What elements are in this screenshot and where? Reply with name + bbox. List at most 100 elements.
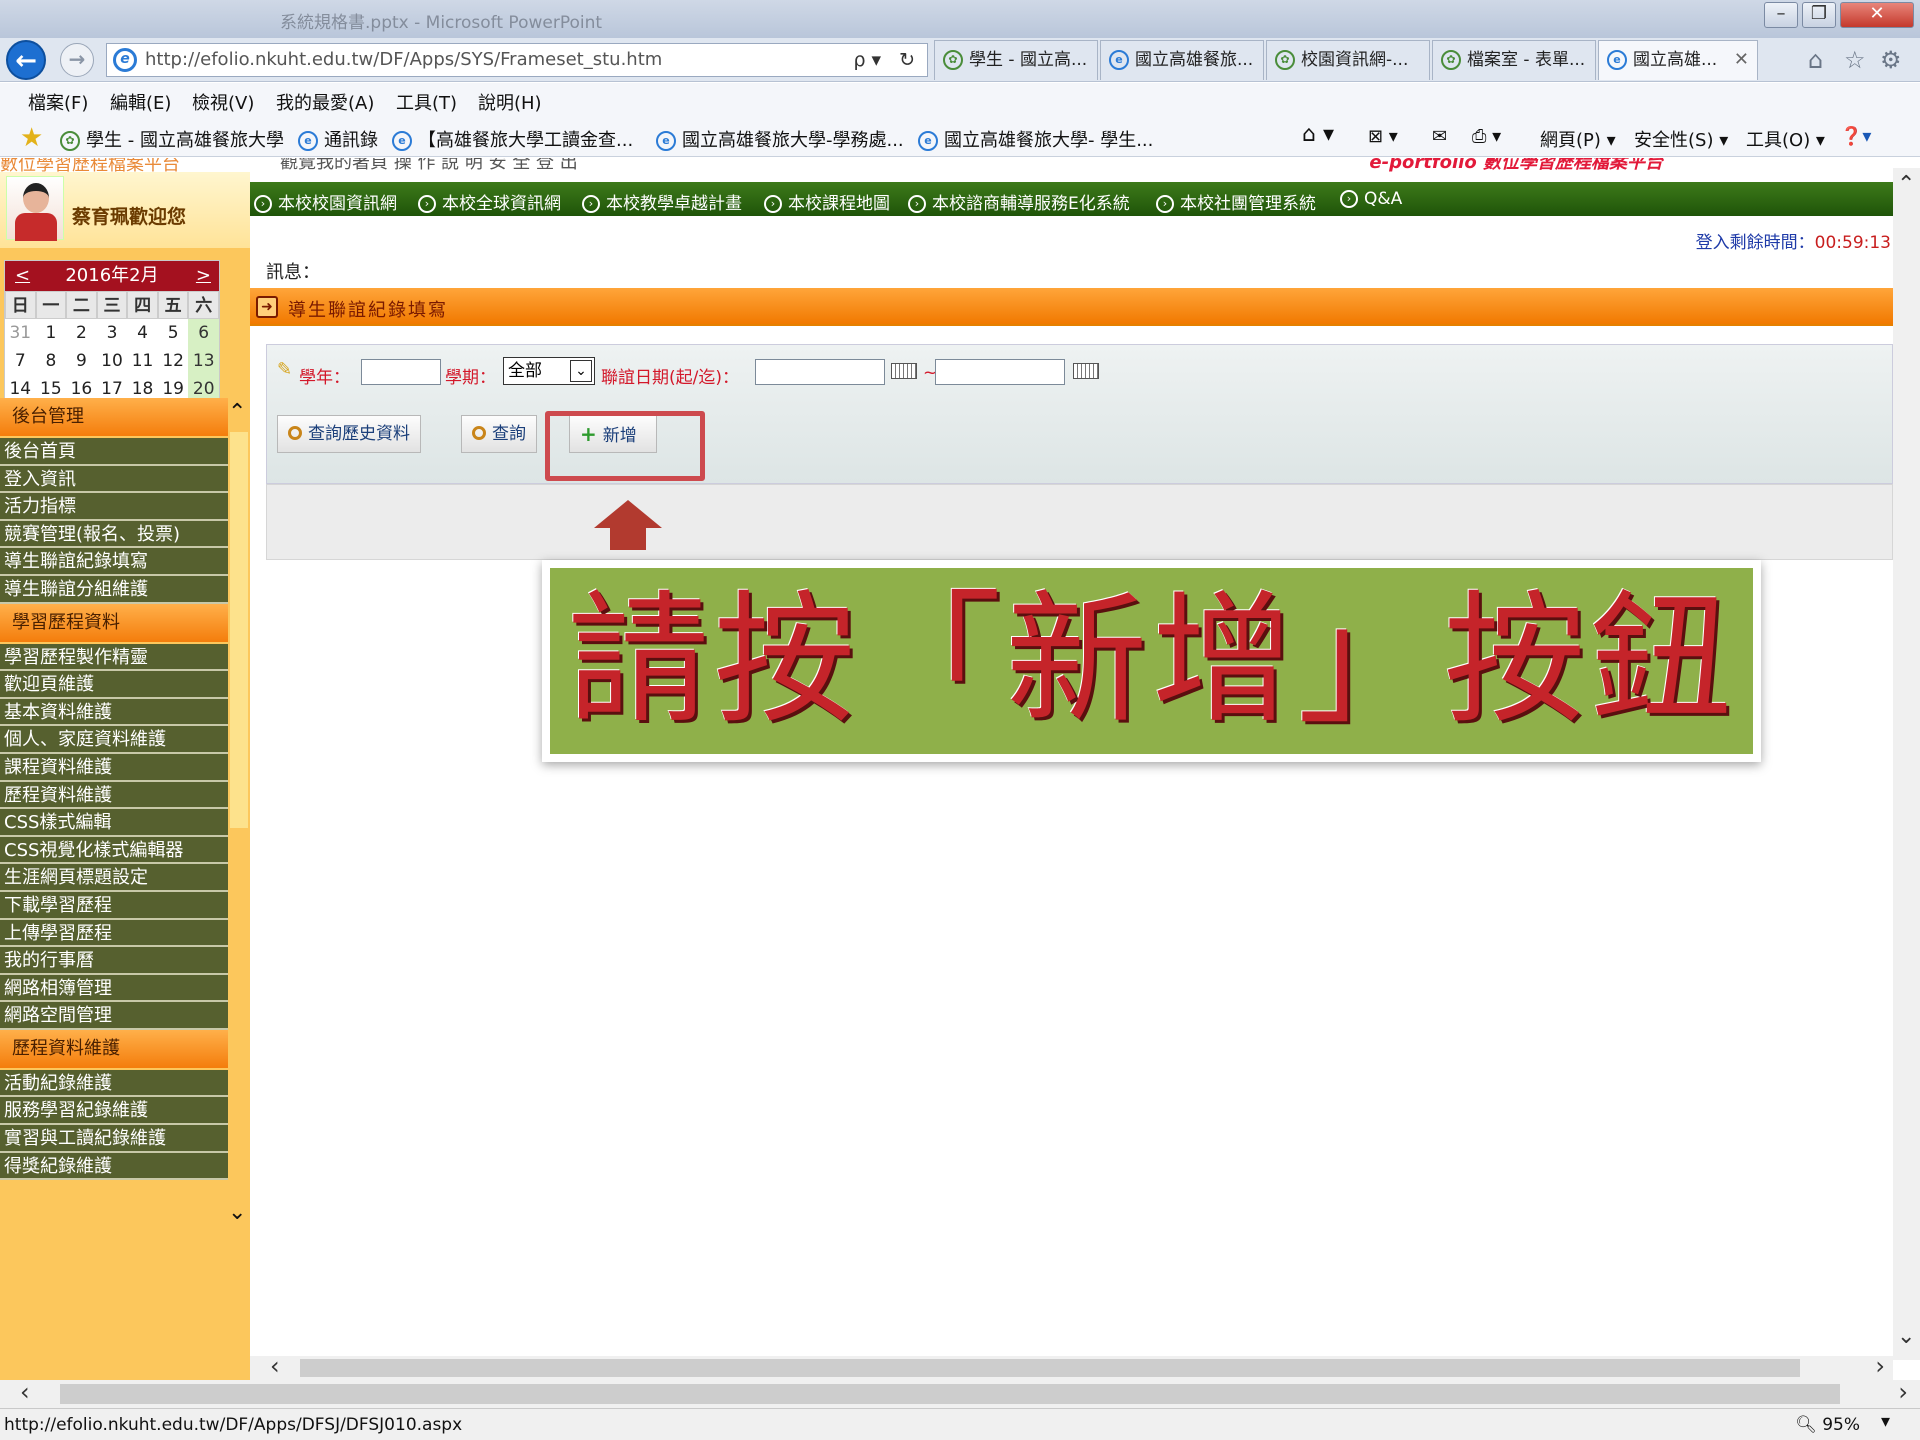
year-input[interactable] <box>361 359 441 385</box>
sidebar-item[interactable]: 得獎紀錄維護 <box>0 1152 228 1181</box>
sidebar-item[interactable]: 服務學習紀錄維護 <box>0 1097 228 1126</box>
scroll-down-icon[interactable]: ⌄ <box>1897 1324 1915 1349</box>
command-page[interactable]: 網頁(P) ▾ <box>1540 126 1616 152</box>
sidebar-item[interactable]: 歷程資料維護 <box>0 781 228 810</box>
calendar-day[interactable]: 12 <box>158 347 189 375</box>
back-button[interactable]: ← <box>6 40 46 80</box>
menu-favorites[interactable]: 我的最愛(A) <box>276 89 374 115</box>
sidebar-section-header[interactable]: 後台管理 <box>0 398 228 436</box>
sidebar-section-header[interactable]: 學習歷程資料 <box>0 603 228 642</box>
minimize-button[interactable]: – <box>1764 2 1798 28</box>
semester-select[interactable]: 全部 ⌄ <box>503 357 595 385</box>
home-dropdown-icon[interactable]: ⌂ ▾ <box>1302 122 1334 147</box>
sidebar-item[interactable]: 實習與工讀紀錄維護 <box>0 1125 228 1153</box>
scroll-up-icon[interactable]: ⌃ <box>228 400 246 425</box>
sidebar-item[interactable]: 課程資料維護 <box>0 753 228 782</box>
sidebar-scroll-thumb[interactable] <box>230 432 248 828</box>
scroll-thumb[interactable] <box>60 1384 1840 1404</box>
menu-file[interactable]: 檔案(F) <box>28 89 88 115</box>
link-curriculum-map[interactable]: › 本校課程地圖 <box>764 189 890 214</box>
scroll-right-icon[interactable]: › <box>1898 1378 1908 1406</box>
calendar-day[interactable]: 1 <box>36 319 67 347</box>
chevron-down-icon[interactable]: ▾ <box>1881 1411 1890 1432</box>
sidebar-item[interactable]: 導生聯誼紀錄填寫 <box>0 548 228 576</box>
sidebar-item[interactable]: 後台首頁 <box>0 438 228 466</box>
link-global-info[interactable]: › 本校全球資訊網 <box>418 189 561 214</box>
menu-tools[interactable]: 工具(T) <box>396 89 457 115</box>
sidebar-section-header[interactable]: 歷程資料維護 <box>0 1029 228 1068</box>
sidebar-item[interactable]: 競賽管理(報名、投票) <box>0 520 228 549</box>
calendar-icon[interactable] <box>1073 363 1099 379</box>
tab-1[interactable]: ✿ 學生 - 國立高... <box>934 40 1098 80</box>
calendar-icon[interactable] <box>891 363 917 379</box>
menu-help[interactable]: 說明(H) <box>478 89 542 115</box>
close-tab-icon[interactable]: ✕ <box>1734 41 1749 79</box>
sidebar-item[interactable]: 網路空間管理 <box>0 1002 228 1030</box>
history-query-button[interactable]: 查詢歷史資料 <box>277 415 421 453</box>
tab-5-active[interactable]: e 國立高雄... ✕ <box>1598 40 1758 80</box>
home-icon[interactable]: ⌂ <box>1808 46 1823 74</box>
scroll-left-icon[interactable]: ‹ <box>20 1378 30 1406</box>
sidebar-item[interactable]: 生涯網頁標題設定 <box>0 864 228 892</box>
link-campus-info[interactable]: › 本校校園資訊網 <box>254 189 397 214</box>
fav-item-4[interactable]: e 國立高雄餐旅大學-學務處... <box>656 126 904 152</box>
scroll-down-icon[interactable]: ⌄ <box>228 1200 246 1225</box>
calendar-day[interactable]: 13 <box>188 347 219 375</box>
mail-icon[interactable]: ✉ <box>1432 126 1447 147</box>
restore-button[interactable]: ❐ <box>1802 2 1836 28</box>
calendar-prev-link[interactable]: < <box>15 261 30 291</box>
scroll-up-icon[interactable]: ⌃ <box>1897 172 1915 197</box>
sidebar-item[interactable]: 活力指標 <box>0 493 228 521</box>
page-horizontal-scrollbar[interactable]: ‹ › <box>0 1378 1920 1408</box>
fav-item-2[interactable]: e 通訊錄 <box>298 126 378 152</box>
start-date-input[interactable] <box>755 359 885 385</box>
query-button[interactable]: 查詢 <box>461 415 537 453</box>
link-clubs[interactable]: › 本校社團管理系統 <box>1156 189 1316 214</box>
calendar-day[interactable]: 10 <box>97 347 128 375</box>
menu-edit[interactable]: 編輯(E) <box>110 89 171 115</box>
calendar-day[interactable]: 7 <box>5 347 36 375</box>
address-bar[interactable]: e http://efolio.nkuht.edu.tw/DF/Apps/SYS… <box>106 43 928 77</box>
fav-item-1[interactable]: ✿ 學生 - 國立高雄餐旅大學 <box>60 126 284 152</box>
address-tools[interactable]: ρ▾ ↻ <box>853 44 921 76</box>
main-horizontal-scrollbar[interactable]: ‹ › <box>250 1352 1893 1380</box>
link-counseling[interactable]: › 本校諮商輔導服務E化系統 <box>908 189 1130 214</box>
link-qa[interactable]: › Q&A <box>1340 189 1402 209</box>
command-safety[interactable]: 安全性(S) ▾ <box>1634 126 1728 152</box>
zoom-level[interactable]: 🔍︎ 95% <box>1795 1415 1860 1435</box>
sidebar-item[interactable]: 活動紀錄維護 <box>0 1069 228 1098</box>
link-teaching-excellence[interactable]: › 本校教學卓越計畫 <box>582 189 742 214</box>
calendar-day[interactable]: 6 <box>188 319 219 347</box>
sidebar-item[interactable]: 基本資料維護 <box>0 698 228 727</box>
forward-button[interactable]: → <box>60 43 94 77</box>
sidebar-item[interactable]: CSS樣式編輯 <box>0 809 228 837</box>
sidebar-scrollbar[interactable]: ⌃ ⌄ <box>228 400 250 1225</box>
calendar-next-link[interactable]: > <box>196 261 211 291</box>
sidebar-item[interactable]: 下載學習歷程 <box>0 891 228 920</box>
sidebar-item[interactable]: 學習歷程製作精靈 <box>0 643 228 672</box>
gear-icon[interactable]: ⚙ <box>1880 46 1902 74</box>
sidebar-item[interactable]: 個人、家庭資料維護 <box>0 726 228 754</box>
help-icon[interactable]: ❓▾ <box>1840 126 1871 147</box>
end-date-input[interactable] <box>935 359 1065 385</box>
close-window-button[interactable]: ✕ <box>1840 2 1914 28</box>
scroll-left-icon[interactable]: ‹ <box>270 1352 280 1380</box>
tab-4[interactable]: ✿ 檔案室 - 表單... <box>1432 40 1596 80</box>
calendar-day[interactable]: 5 <box>158 319 189 347</box>
feeds-icon[interactable]: ⊠ ▾ <box>1368 126 1398 147</box>
sidebar-item[interactable]: 歡迎頁維護 <box>0 671 228 699</box>
calendar-day[interactable]: 9 <box>66 347 97 375</box>
add-favorite-star-icon[interactable]: ★ <box>20 123 43 153</box>
scroll-right-icon[interactable]: › <box>1875 1352 1885 1380</box>
fav-item-3[interactable]: e 【高雄餐旅大學工讀金查... <box>392 126 633 152</box>
calendar-day[interactable]: 4 <box>127 319 158 347</box>
main-vertical-scrollbar[interactable]: ⌃ ⌄ <box>1893 168 1920 1360</box>
menu-view[interactable]: 檢視(V) <box>192 89 254 115</box>
print-icon[interactable]: ⎙ ▾ <box>1472 126 1501 147</box>
calendar-day[interactable]: 31 <box>5 319 36 347</box>
calendar-day[interactable]: 11 <box>127 347 158 375</box>
command-tools[interactable]: 工具(O) ▾ <box>1746 126 1825 152</box>
tab-2[interactable]: e 國立高雄餐旅... <box>1100 40 1264 80</box>
scroll-thumb[interactable] <box>300 1359 1800 1377</box>
sidebar-item[interactable]: 導生聯誼分組維護 <box>0 575 228 604</box>
